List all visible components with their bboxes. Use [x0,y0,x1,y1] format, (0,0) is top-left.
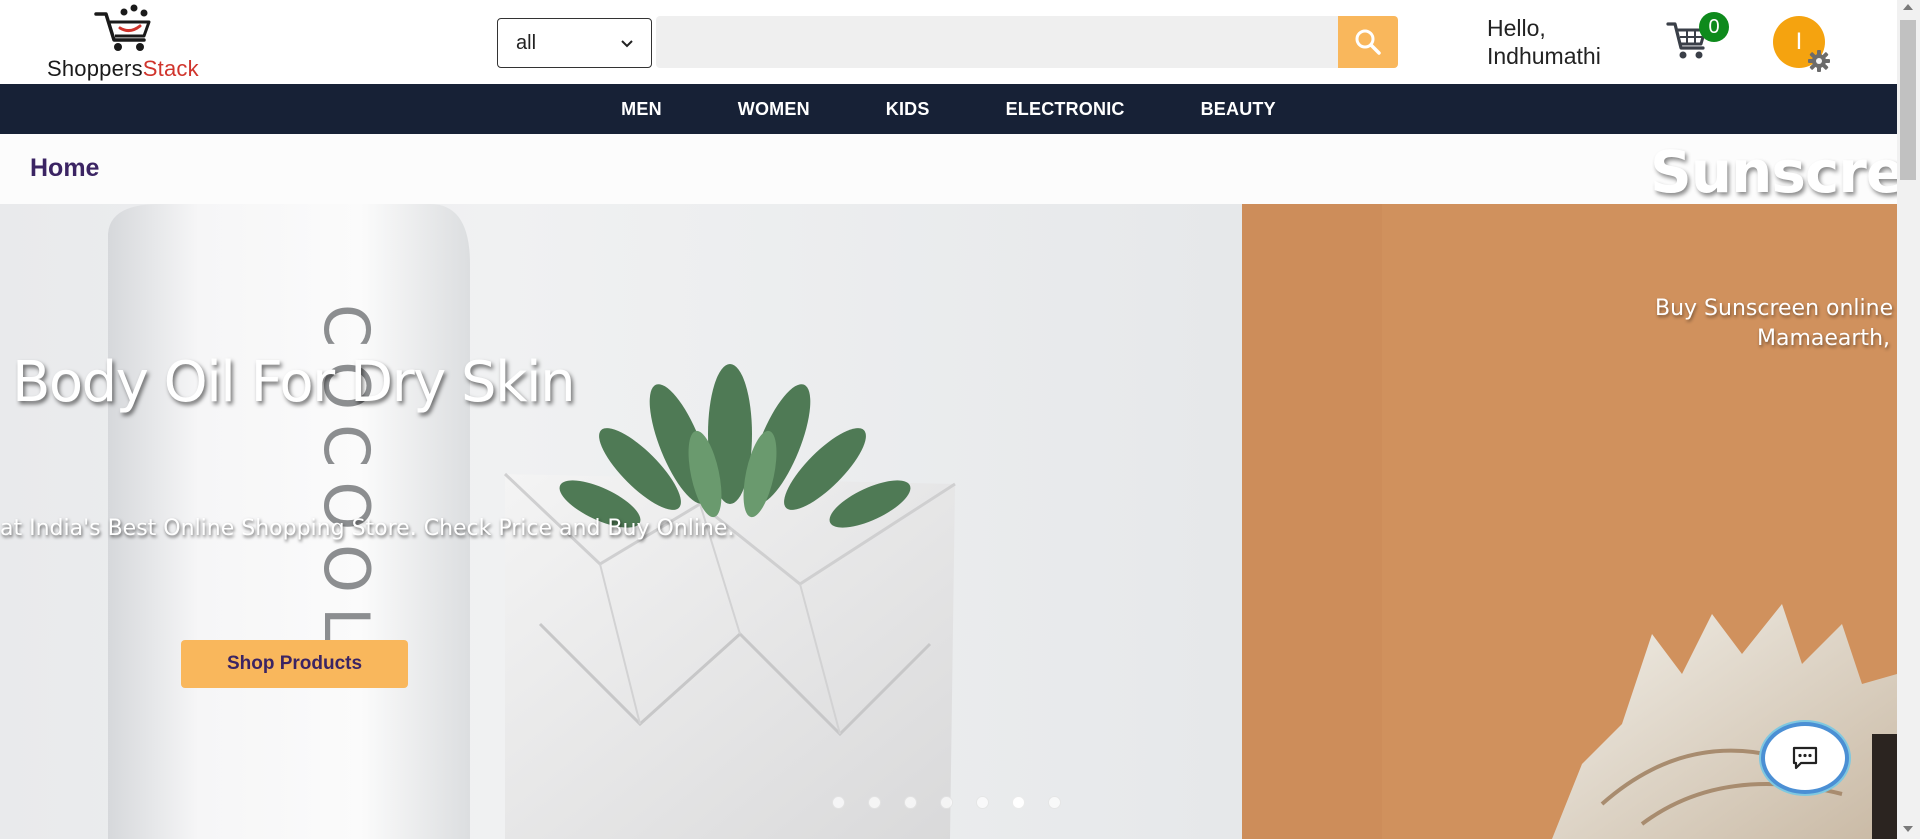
category-nav: MEN WOMEN KIDS ELECTRONIC BEAUTY [0,84,1897,134]
chevron-down-icon [621,35,633,51]
carousel-dot[interactable] [868,796,881,809]
scrollbar-thumb[interactable] [1900,20,1916,180]
hero-title-sunscreen: Sunscree [1650,138,1920,206]
site-header: ShoppersStack all Hello, Indhumathi 0 I [0,0,1897,84]
hero-subtitle: at India's Best Online Shopping Store. C… [0,516,735,541]
carousel-dot[interactable] [976,796,989,809]
scroll-up-arrow-icon[interactable] [1903,4,1913,10]
nav-item-women[interactable]: WOMEN [738,99,810,120]
carousel-dot[interactable] [904,796,917,809]
nav-item-kids[interactable]: KIDS [886,99,930,120]
carousel-dot[interactable] [940,796,953,809]
breadcrumb: Home [0,134,1897,204]
hero-subtitle-sunscreen-line1: Buy Sunscreen online [1655,296,1894,321]
shoppersstack-logo[interactable]: ShoppersStack [44,4,234,81]
greeting-username: Indhumathi [1487,43,1601,69]
cart-count-badge: 0 [1699,12,1729,42]
slide-body-oil: COCOOL Body Oil For Dry Skin at India's … [0,204,1242,839]
category-select-value: all [516,31,537,54]
carousel-dot-active[interactable] [1012,796,1025,809]
user-greeting: Hello, Indhumathi [1487,14,1601,70]
carousel-dot[interactable] [832,796,845,809]
carousel-dot[interactable] [1048,796,1061,809]
nav-item-beauty[interactable]: BEAUTY [1201,99,1276,120]
carousel-dots [832,796,1061,809]
category-select[interactable]: all [497,18,652,68]
chat-button[interactable] [1761,722,1849,794]
nav-item-men[interactable]: MEN [621,99,662,120]
cart-logo-icon [94,4,151,51]
search-input[interactable] [656,16,1338,68]
search-icon [1355,29,1381,55]
breadcrumb-home[interactable]: Home [30,154,99,183]
hero-subtitle-sunscreen-line2: Mamaearth, [1757,326,1890,351]
hero-carousel[interactable]: COCOOL Body Oil For Dry Skin at India's … [0,204,1897,839]
hero-title: Body Oil For Dry Skin [12,350,576,415]
shop-products-button[interactable]: Shop Products [181,640,408,688]
nav-item-electronic[interactable]: ELECTRONIC [1006,99,1125,120]
greeting-line1: Hello, [1487,15,1546,41]
scroll-down-arrow-icon[interactable] [1903,826,1913,832]
gear-icon[interactable] [1806,48,1832,74]
search-button[interactable] [1338,16,1398,68]
logo-text: ShoppersStack [47,56,199,81]
chat-icon [1792,746,1818,770]
